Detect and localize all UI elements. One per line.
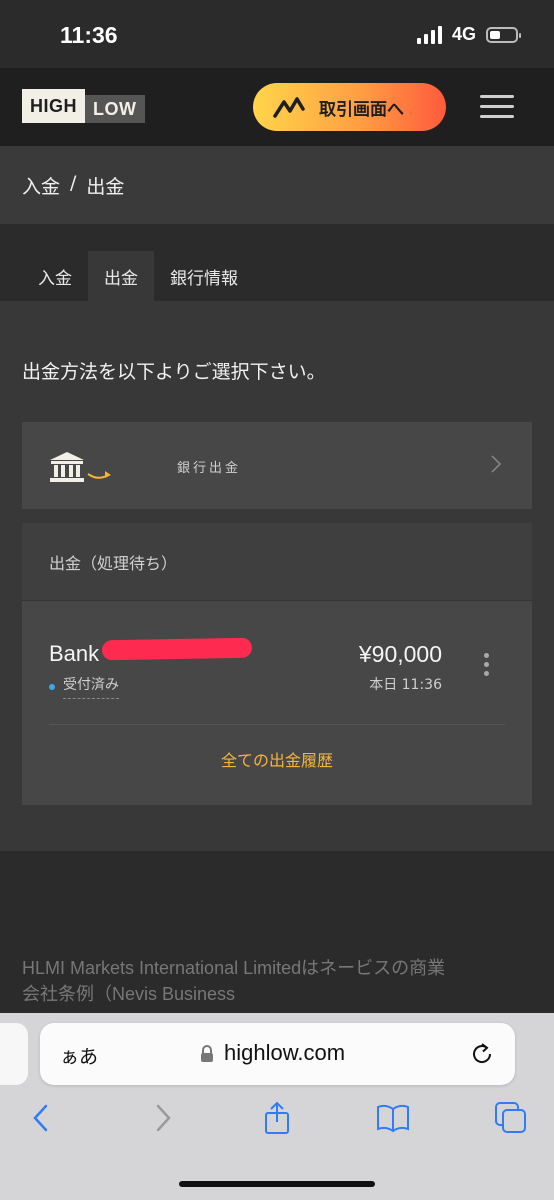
logo-high: HIGH [22, 89, 85, 123]
highlow-logo[interactable]: HIGH LOW [22, 89, 145, 123]
breadcrumb: 入金 / 出金 [22, 172, 124, 199]
bank-transfer-icon [50, 452, 111, 482]
previous-tab[interactable] [0, 1023, 28, 1085]
app-header: HIGH LOW 取引画面へ [0, 68, 554, 146]
status-time: 11:36 [60, 22, 118, 48]
all-withdraw-history-link[interactable]: 全ての出金履歴 [22, 747, 532, 771]
url-text[interactable]: highlow.com [224, 1040, 345, 1066]
tabs-icon[interactable] [494, 1101, 528, 1135]
redaction-mark [101, 637, 253, 661]
logo-low: LOW [85, 95, 145, 123]
pending-withdrawals-card: 出金（処理待ち） Bank 受付済み ¥90,000 本日 11:36 全ての出… [22, 523, 532, 805]
reload-icon[interactable] [469, 1041, 495, 1067]
breadcrumb-withdraw: 出金 [86, 176, 125, 198]
trade-screen-button[interactable]: 取引画面へ [253, 83, 446, 131]
bank-withdraw-method[interactable]: 銀行出金 [22, 422, 532, 509]
footer-legal-text: HLMI Markets International Limitedはネービスの… [22, 958, 446, 1004]
status-text: 受付済み [63, 674, 119, 699]
bookmarks-icon[interactable] [376, 1101, 410, 1135]
tab-withdraw[interactable]: 出金 [88, 251, 154, 301]
more-vertical-icon[interactable] [484, 653, 490, 679]
battery-icon [486, 26, 521, 43]
divider [49, 724, 505, 725]
browser-toolbar [0, 1101, 554, 1151]
address-bar[interactable]: ぁあ highlow.com [40, 1023, 515, 1085]
pending-header: 出金（処理待ち） [22, 523, 532, 601]
tab-deposit[interactable]: 入金 [22, 251, 88, 301]
trade-button-label: 取引画面へ [319, 99, 404, 120]
bank-withdraw-label: 銀行出金 [177, 461, 242, 476]
browser-chrome: ぁあ highlow.com [0, 1013, 554, 1200]
tab-bank-info[interactable]: 銀行情報 [154, 251, 254, 301]
transaction-amount: ¥90,000 [358, 641, 442, 667]
transaction-status: 受付済み [49, 674, 119, 699]
breadcrumb-deposit[interactable]: 入金 [22, 172, 60, 199]
status-dot-icon [49, 683, 55, 690]
breadcrumb-separator: / [70, 172, 77, 194]
chevron-right-icon [491, 455, 502, 473]
status-indicators: 4G [416, 24, 521, 45]
signal-icon [416, 25, 442, 44]
hamburger-menu-icon[interactable] [480, 95, 514, 119]
network-label: 4G [451, 24, 476, 44]
status-bar: 11:36 4G [0, 0, 554, 68]
transaction-time: 本日 11:36 [369, 677, 442, 693]
instruction-text: 出金方法を以下よりご選択下さい。 [22, 361, 326, 383]
forward-icon[interactable] [144, 1101, 178, 1135]
back-icon[interactable] [26, 1101, 60, 1135]
tabs: 入金 出金 銀行情報 [0, 251, 554, 301]
list-item[interactable]: Bank 受付済み ¥90,000 本日 11:36 [22, 601, 532, 725]
home-indicator [179, 1181, 375, 1187]
chart-line-icon [273, 97, 305, 118]
page-settings-button[interactable]: ぁあ [60, 1042, 98, 1069]
share-icon[interactable] [260, 1101, 294, 1135]
breadcrumb-bar: 入金 / 出金 [0, 146, 554, 224]
transaction-name: Bank [49, 641, 100, 666]
withdraw-panel: 出金方法を以下よりご選択下さい。 銀行出金 出金（処理待ち） Bank 受付済み [0, 301, 554, 851]
lock-icon [201, 1045, 213, 1062]
